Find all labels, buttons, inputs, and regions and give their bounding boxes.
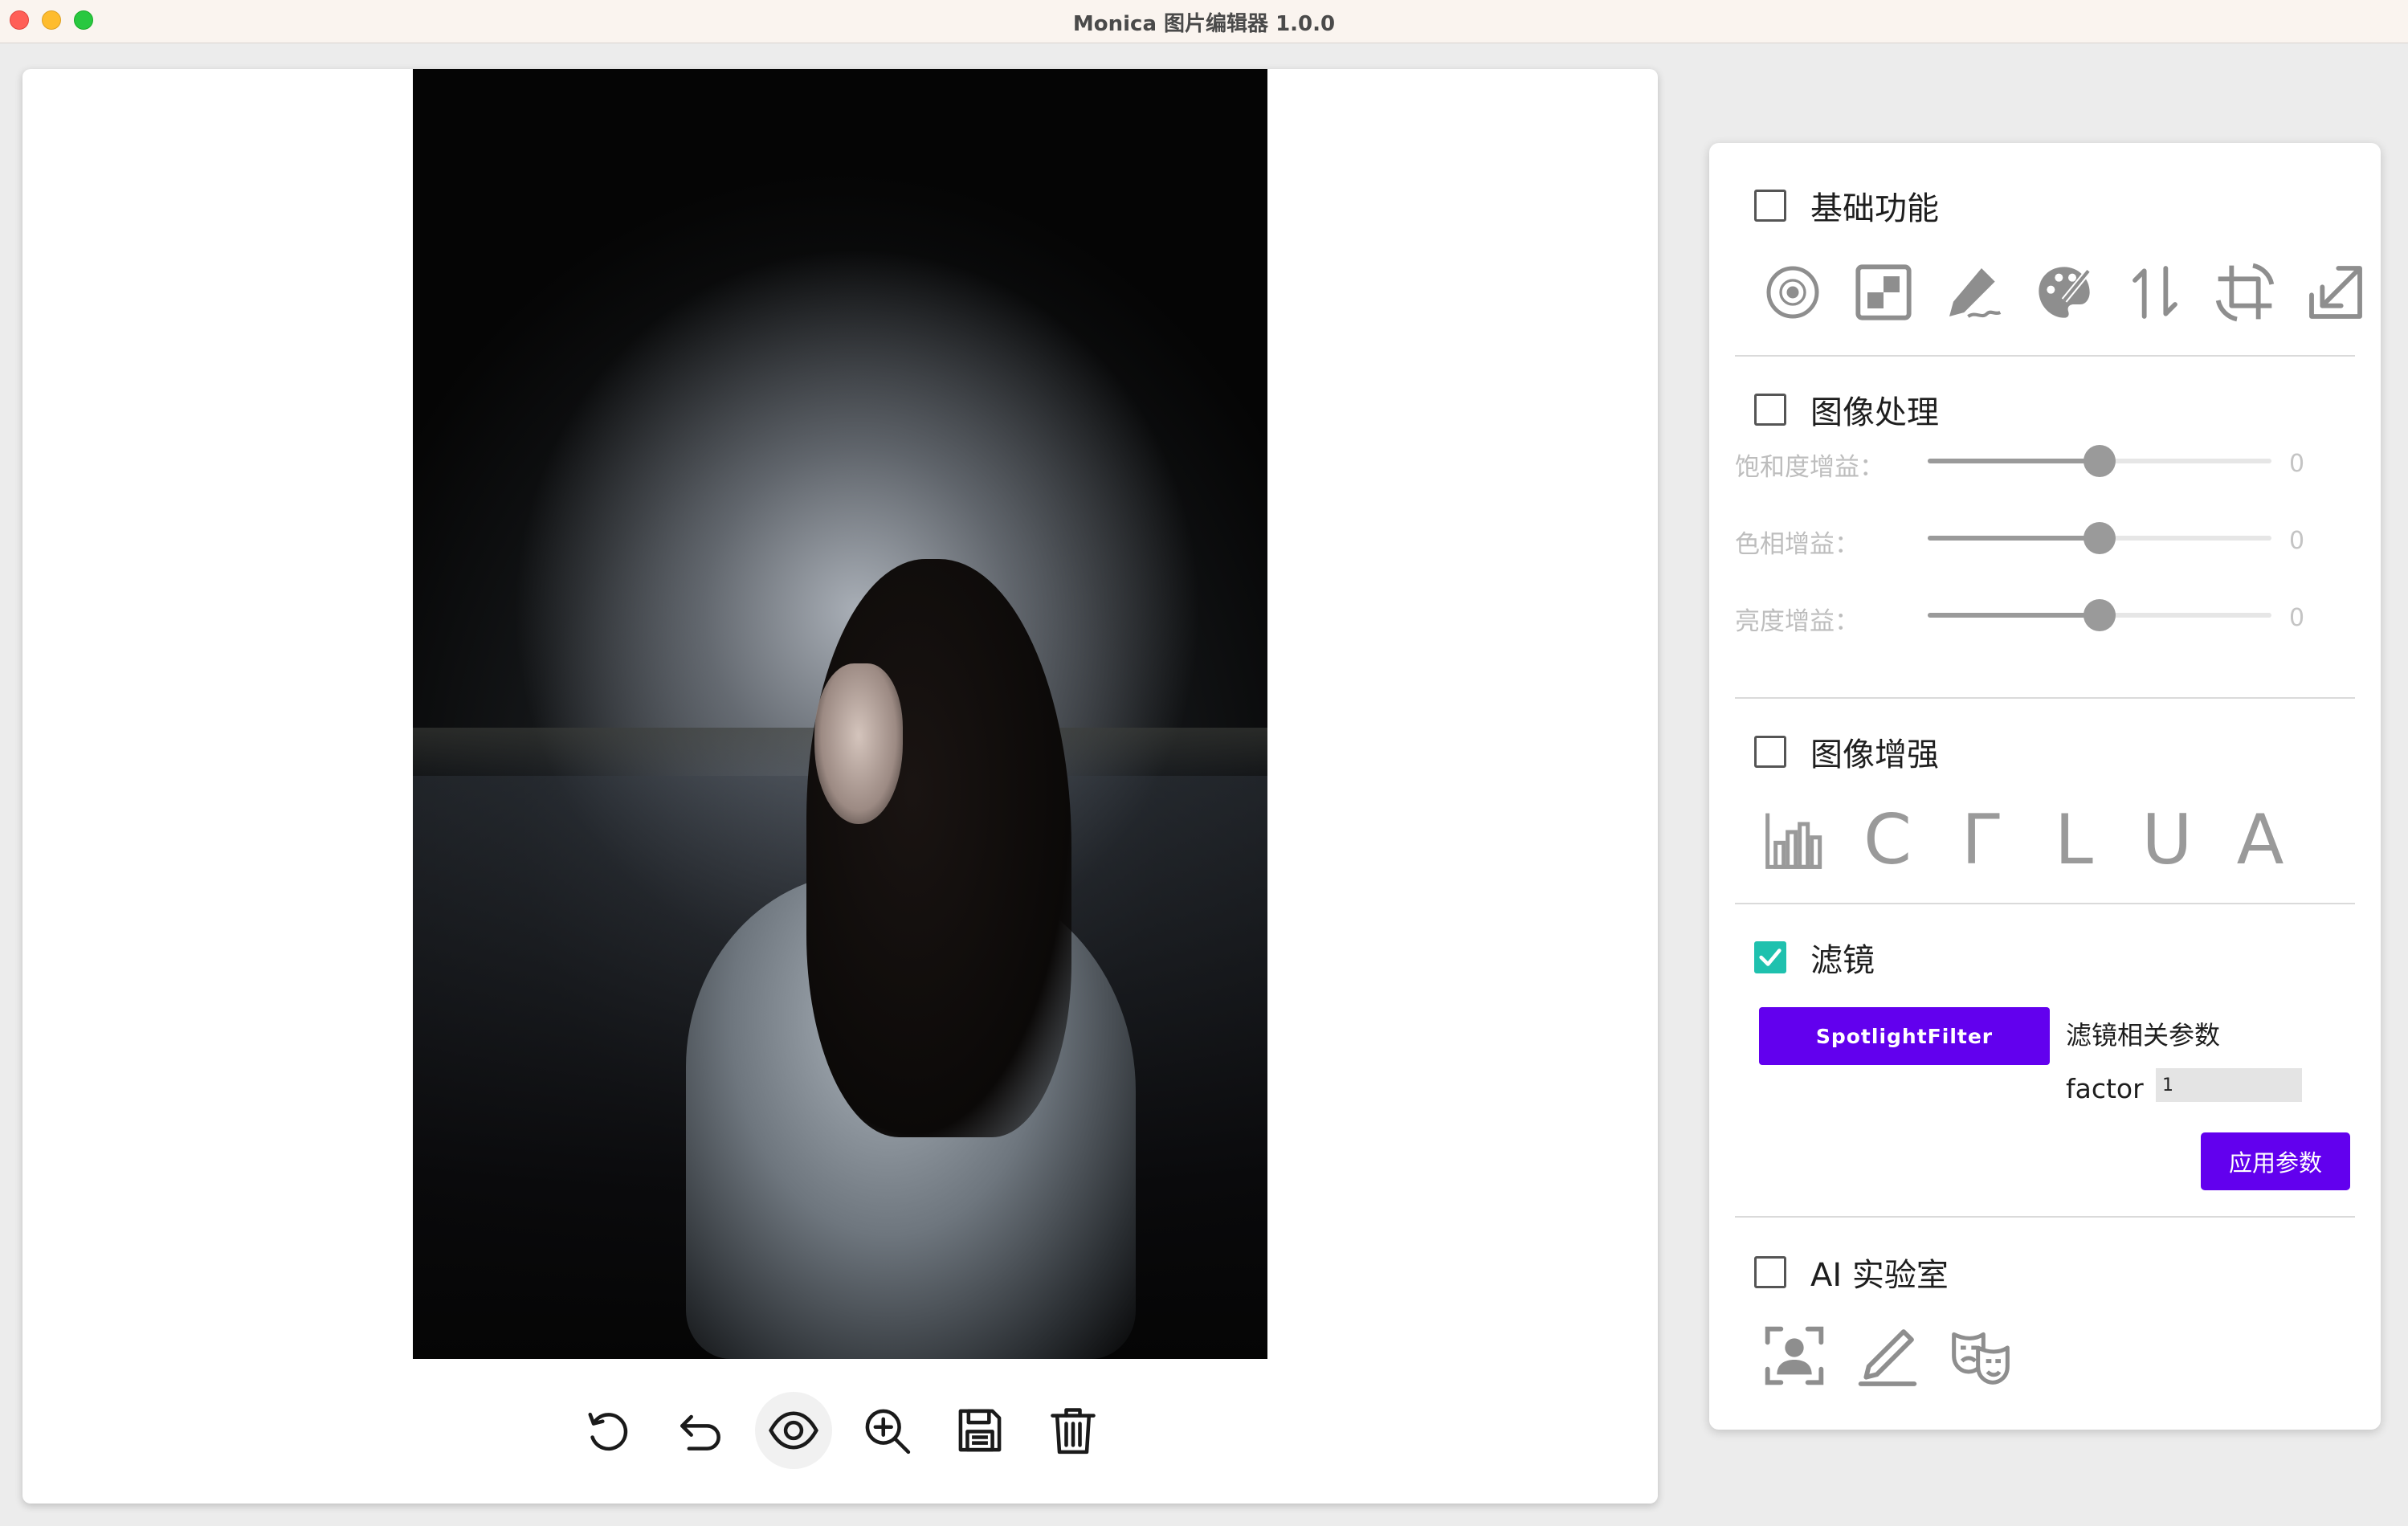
save-button[interactable]: [941, 1392, 1018, 1469]
slider-label: 亮度增益：: [1735, 607, 1859, 636]
draw-button[interactable]: [1928, 255, 2019, 329]
ai-section-title: AI 实验室: [1810, 1257, 1949, 1294]
slider-track[interactable]: [1928, 445, 2271, 477]
enhance-l-button[interactable]: L: [2027, 800, 2120, 880]
letter-l-icon: L: [2055, 800, 2093, 880]
processing-section-title: 图像处理: [1810, 394, 1939, 431]
enhance-section-title: 图像增强: [1810, 736, 1939, 773]
edited-photo: [413, 69, 1267, 1359]
slider-value: 0: [2289, 527, 2305, 555]
enhance-u-button[interactable]: U: [2120, 800, 2214, 880]
filter-select-button[interactable]: SpotlightFilter: [1759, 1007, 2050, 1065]
enhance-section-checkbox[interactable]: [1754, 736, 1786, 768]
gain-slider-row: 色相增益： 0: [1735, 517, 2345, 559]
slider-value: 0: [2289, 604, 2305, 632]
face-detect-icon: [1765, 1326, 1824, 1385]
filter-section-title: 滤镜: [1810, 942, 1875, 979]
image-toolbar: [22, 1391, 1658, 1470]
grid-icon: [1855, 264, 1912, 320]
slider-fill: [1928, 459, 2100, 463]
slider-track[interactable]: [1928, 599, 2271, 631]
masks-icon: [1952, 1332, 2010, 1385]
trash-icon: [1051, 1408, 1096, 1455]
basic-section-header: 基础功能: [1754, 185, 1939, 227]
undo-button[interactable]: [662, 1392, 739, 1469]
filter-section-checkbox[interactable]: [1754, 941, 1786, 973]
basic-section-title: 基础功能: [1810, 190, 1939, 227]
zoom-in-icon: [865, 1409, 911, 1455]
basic-section-checkbox[interactable]: [1754, 190, 1786, 222]
preview-button[interactable]: [755, 1392, 832, 1469]
title-bar: Monica 图片编辑器 1.0.0: [0, 0, 2408, 43]
letter-u-icon: U: [2141, 800, 2193, 880]
section-divider: [1735, 903, 2355, 904]
section-divider: [1735, 697, 2355, 699]
save-icon: [958, 1409, 1002, 1452]
enhance-c-button[interactable]: C: [1841, 800, 1934, 880]
color-picker-button[interactable]: [1748, 255, 1839, 329]
processing-section-checkbox[interactable]: [1754, 394, 1786, 426]
photo-subject-face: [814, 663, 903, 824]
rotate-button[interactable]: [569, 1392, 646, 1469]
sketch-button[interactable]: [1841, 1319, 1934, 1393]
filter-params-label: 滤镜相关参数: [2066, 1020, 2221, 1051]
photo-subject-hair: [806, 559, 1071, 1137]
enhance-section-header: 图像增强: [1754, 731, 1939, 773]
section-divider: [1735, 1216, 2355, 1218]
app-window: Monica 图片编辑器 1.0.0 基础功能 图像处理 饱和度增益： 0 色相…: [0, 0, 2408, 1526]
canvas-panel: [22, 69, 1658, 1504]
basic-tools-row: [1748, 255, 2381, 329]
slider-label: 饱和度增益：: [1735, 453, 1884, 482]
slider-fill: [1928, 536, 2100, 541]
slider-thumb[interactable]: [2084, 599, 2116, 631]
delete-button[interactable]: [1035, 1392, 1112, 1469]
undo-icon: [680, 1414, 720, 1451]
window-title: Monica 图片编辑器 1.0.0: [1072, 12, 1336, 36]
ai-section-header: AI 实验室: [1754, 1251, 1949, 1294]
filter-section-header: 滤镜: [1754, 936, 1875, 979]
histogram-icon: [1765, 813, 1822, 869]
factor-label: factor: [2066, 1073, 2144, 1104]
slider-thumb[interactable]: [2084, 522, 2116, 554]
face-detect-button[interactable]: [1748, 1319, 1841, 1393]
color-picker-icon: [1766, 266, 1819, 319]
checkmark-icon: [1759, 949, 1782, 966]
palette-icon: [2039, 267, 2092, 318]
ai-section-checkbox[interactable]: [1754, 1256, 1786, 1288]
section-divider: [1735, 355, 2355, 357]
enhance-gamma-button[interactable]: Γ: [1934, 800, 2027, 880]
eye-icon: [769, 1411, 818, 1450]
apply-params-button[interactable]: 应用参数: [2201, 1132, 2350, 1190]
draw-icon: [1949, 268, 2002, 318]
rotate-icon: [588, 1412, 628, 1451]
processing-section-header: 图像处理: [1754, 389, 1939, 431]
histogram-button[interactable]: [1748, 803, 1841, 877]
crop-button[interactable]: [2200, 255, 2291, 329]
flip-icon: [2132, 266, 2177, 319]
resize-button[interactable]: [2290, 255, 2381, 329]
zoom-in-button[interactable]: [848, 1392, 925, 1469]
gain-slider-row: 饱和度增益： 0: [1735, 440, 2345, 482]
letter-a-icon: A: [2236, 800, 2284, 880]
slider-thumb[interactable]: [2084, 445, 2116, 477]
enhance-tools-row: C Γ L U A: [1748, 800, 2381, 880]
gain-slider-row: 亮度增益： 0: [1735, 594, 2345, 636]
masks-button[interactable]: [1934, 1319, 2027, 1393]
palette-button[interactable]: [2019, 255, 2110, 329]
crop-icon: [2215, 263, 2275, 322]
resize-icon: [2308, 266, 2362, 319]
factor-input[interactable]: [2156, 1068, 2302, 1102]
gamma-icon: Γ: [1961, 800, 2000, 880]
control-panel: 基础功能 图像处理 饱和度增益： 0 色相增益： 0 亮度增益： 0 图像增强 …: [1709, 143, 2381, 1430]
slider-track[interactable]: [1928, 522, 2271, 554]
slider-fill: [1928, 613, 2100, 618]
sketch-icon: [1858, 1329, 1917, 1386]
slider-value: 0: [2289, 450, 2305, 478]
ai-tools-row: [1748, 1319, 2381, 1393]
flip-button[interactable]: [2109, 255, 2200, 329]
slider-label: 色相增益：: [1735, 530, 1859, 559]
mosaic-button[interactable]: [1839, 255, 1929, 329]
enhance-a-button[interactable]: A: [2214, 800, 2307, 880]
letter-c-icon: C: [1863, 800, 1912, 880]
